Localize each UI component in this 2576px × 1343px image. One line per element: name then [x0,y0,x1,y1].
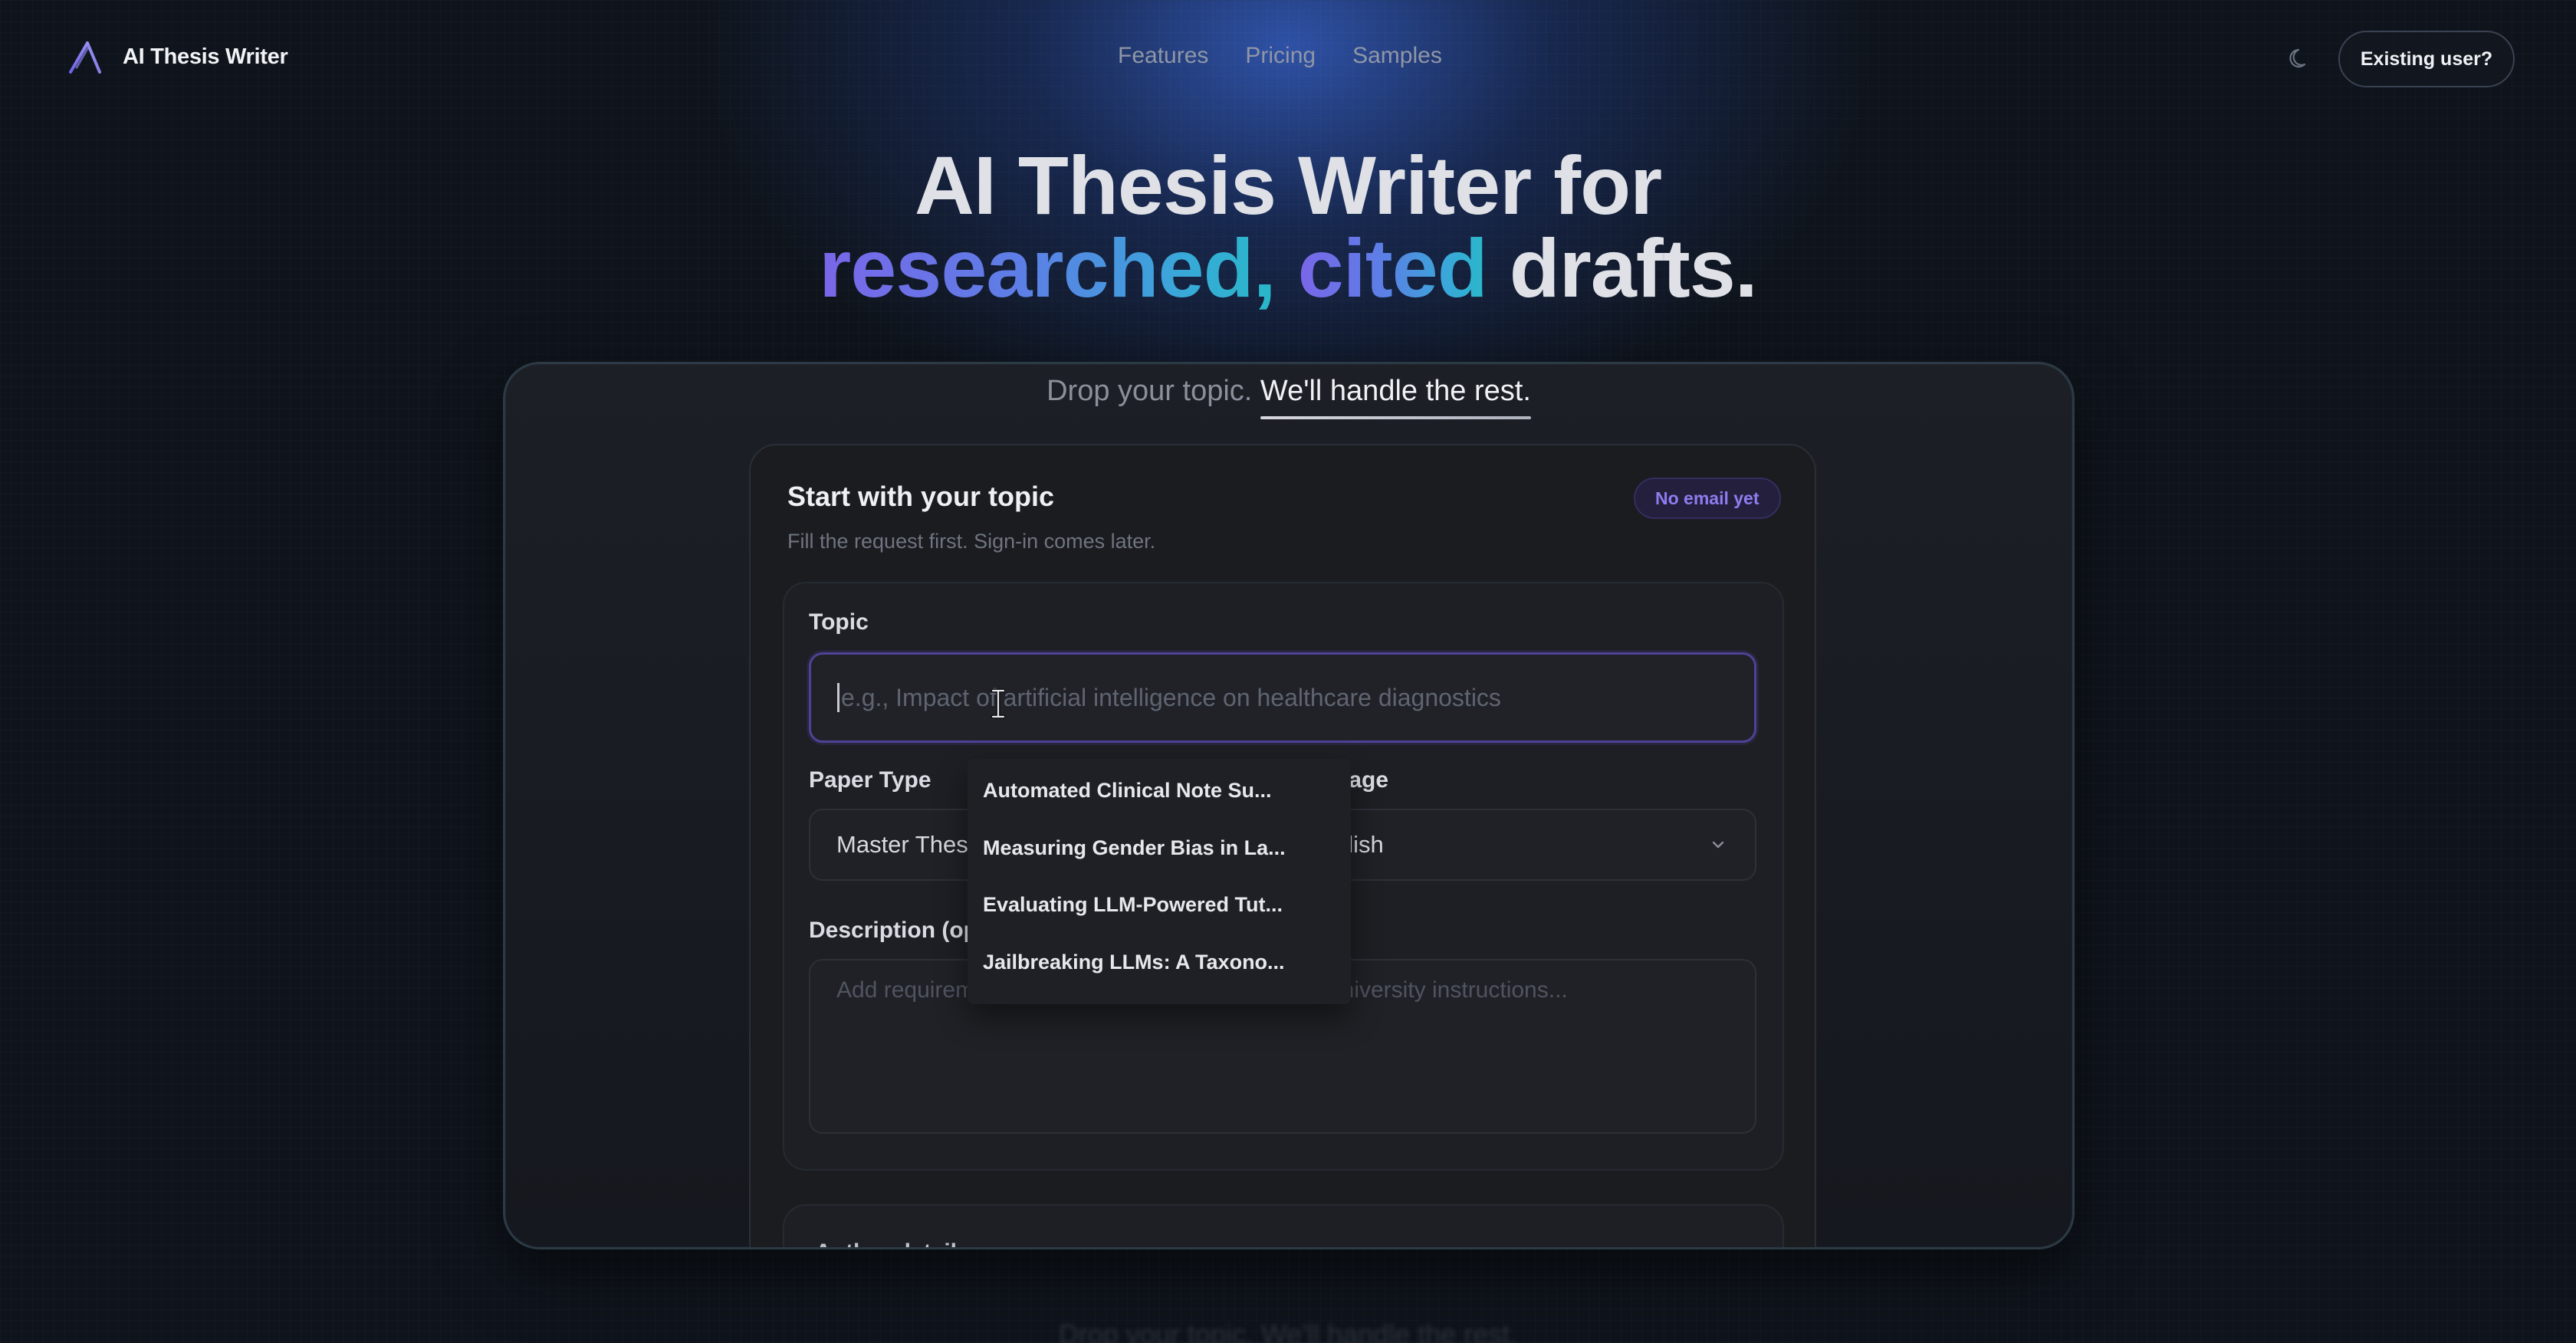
nav-link-pricing[interactable]: Pricing [1245,43,1316,69]
status-badge: No email yet [1634,478,1781,519]
topic-placeholder: e.g., Impact of artificial intelligence … [841,683,1501,711]
paper-type-label: Paper Type [809,767,932,793]
suggestion-item[interactable]: Measuring Gender Bias in La... [983,836,1286,860]
nav-link-samples[interactable]: Samples [1352,43,1442,69]
tagline: Drop your topic. We'll handle the rest. [505,375,2072,408]
tagline-part2: We'll handle the rest. [1260,375,1531,415]
hero-title-line1: AI Thesis Writer for [914,139,1662,231]
language-select[interactable]: glish [1296,809,1756,881]
chevron-down-icon [1712,841,1724,849]
tagline-part1: Drop your topic. [1046,375,1253,407]
nav-links: Features Pricing Samples [1118,43,1442,69]
top-nav: AI Thesis Writer Features Pricing Sample… [0,0,2576,115]
tagline-echo-part2: We'll handle the rest. [1260,1318,1518,1343]
hero-title-line2: researched, cited drafts. [0,227,2576,310]
tagline-echo-part1: Drop your topic. [1058,1318,1254,1343]
author-section-label: Author details [815,1240,970,1247]
card-subtitle: Fill the request first. Sign-in comes la… [787,530,1156,553]
text-caret [837,683,840,712]
text-cursor-icon [991,688,1006,719]
hero-word-cited: cited [1297,222,1488,314]
suggestion-item[interactable]: Jailbreaking LLMs: A Taxono... [983,951,1285,974]
topic-label: Topic [809,609,869,635]
topic-input[interactable]: e.g., Impact of artificial intelligence … [809,652,1756,743]
tagline-echo: Drop your topic. We'll handle the rest. [0,1318,2576,1343]
suggestion-item[interactable]: Evaluating LLM-Powered Tut... [983,893,1283,917]
existing-user-button[interactable]: Existing user? [2338,31,2515,87]
description-label: Description (op [809,918,978,943]
nav-link-features[interactable]: Features [1118,43,1208,69]
card-title: Start with your topic [787,481,1055,512]
logo-icon [69,41,101,74]
suggestion-item[interactable]: Automated Clinical Note Su... [983,779,1272,803]
hero: AI Thesis Writer for researched, cited d… [0,144,2576,310]
topic-suggestions-dropdown: Automated Clinical Note Su... Measuring … [968,759,1351,1004]
moon-icon[interactable] [2286,44,2314,72]
hero-word-researched: researched, [819,222,1276,314]
hero-word-drafts: drafts. [1509,222,1758,314]
author-section: Author details [783,1204,1784,1247]
brand[interactable]: AI Thesis Writer [67,38,288,75]
brand-name: AI Thesis Writer [123,44,288,69]
paper-type-value: Master Thes [836,831,968,858]
